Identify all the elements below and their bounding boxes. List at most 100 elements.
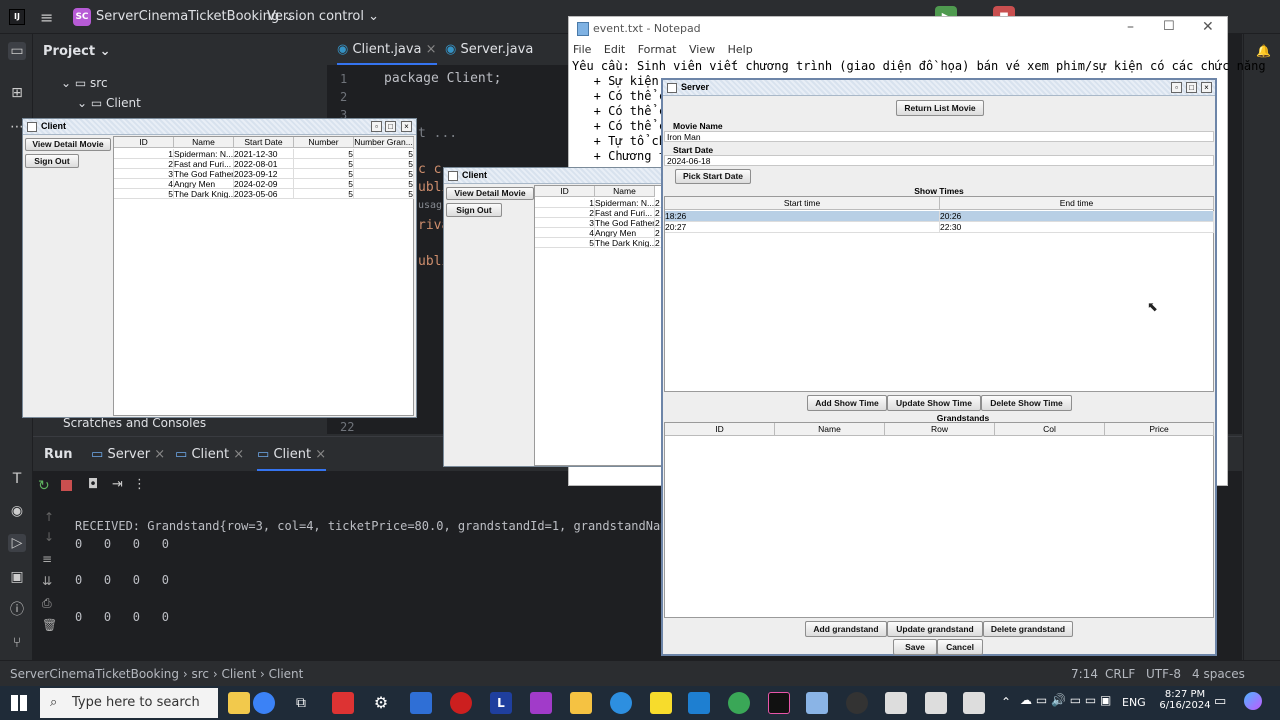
rerun-icon[interactable]: ↻ [38,478,50,494]
table-cell[interactable]: Fast and Furi... [174,159,234,169]
notifications-icon[interactable]: 🔔 [1256,44,1271,58]
scroll-up-icon[interactable]: ↑ [44,510,54,524]
problems-icon[interactable]: ⓘ [8,601,26,619]
column-header[interactable]: Row [885,423,995,436]
sticky-notes-icon[interactable] [650,692,672,714]
breadcrumb-item[interactable]: Client [221,667,256,681]
hamburger-menu-icon[interactable]: ≡ [40,8,53,27]
table-cell[interactable]: 5 [354,149,414,159]
table-cell[interactable]: 5 [354,189,414,199]
run-tab-client[interactable]: ▭ Client × [175,447,244,462]
tree-item-scratches[interactable]: Scratches and Consoles [63,416,206,430]
table-cell[interactable]: 5 [294,149,354,159]
table-cell[interactable]: 2023-05-06 [234,189,294,199]
structure-icon[interactable]: ⊞ [8,84,26,102]
add-show-time-button[interactable]: Add Show Time [807,395,887,411]
movie-name-field[interactable]: Iron Man [664,131,1214,142]
menu-format[interactable]: Format [638,43,677,56]
table-cell[interactable]: 20:27 [665,222,940,233]
close-icon[interactable]: × [233,447,244,462]
tree-item-client[interactable]: ⌄ ▭ Client [77,96,141,110]
cursor-position[interactable]: 7:14 [1071,667,1098,681]
java-app-icon[interactable] [885,692,907,714]
table-cell[interactable]: 5 [535,238,595,248]
close-button[interactable]: ✕ [1202,19,1214,35]
file-encoding[interactable]: UTF-8 [1146,667,1181,681]
maximize-icon[interactable]: □ [1186,82,1197,93]
table-cell[interactable]: 5 [114,189,174,199]
table-cell[interactable]: 5 [354,159,414,169]
table-cell[interactable]: 18:26 [665,211,940,222]
table-cell[interactable]: 5 [294,159,354,169]
showtimes-table[interactable]: Start time End time 18:26 20:26 20:27 22:30 [664,196,1214,392]
indent-setting[interactable]: 4 spaces [1192,667,1245,681]
project-badge[interactable]: SC [73,8,91,26]
breadcrumb-item[interactable]: src [191,667,209,681]
table-cell[interactable]: 2 [535,208,595,218]
tab-server-java[interactable]: ◉ Server.java [445,42,533,57]
file-explorer-icon[interactable] [570,692,592,714]
minimize-icon[interactable]: ▫ [371,121,382,132]
task-view-icon[interactable]: ⧉ [290,692,312,714]
table-cell[interactable]: 20:26 [940,211,1214,222]
view-detail-movie-button[interactable]: View Detail Movie [25,138,111,151]
column-header[interactable]: Start Date [234,137,294,148]
version-control-dropdown[interactable]: Version control ⌄ [267,9,379,24]
l-app-icon[interactable]: L [490,692,512,714]
movie-table[interactable]: ID Name Start Date Number Show... Number… [113,136,414,416]
trash-icon[interactable]: 🗑 [42,618,57,632]
movie-table[interactable]: ID Name 1 Spiderman: N... 2 2 Fast and Furi.… [534,185,663,466]
intellij-icon[interactable] [768,692,790,714]
java-app-icon[interactable] [963,692,985,714]
column-header[interactable]: Name [174,137,234,148]
maximize-icon[interactable]: □ [385,121,396,132]
chrome-icon[interactable] [728,692,750,714]
exit-icon[interactable]: ⇥ [112,477,123,492]
menu-view[interactable]: View [689,43,715,56]
table-cell[interactable]: 2021-12-30 [234,149,294,159]
intellij-logo-icon[interactable]: IJ [9,9,25,25]
menu-help[interactable]: Help [728,43,753,56]
print-icon[interactable]: ⎙ [42,596,52,611]
update-show-time-button[interactable]: Update Show Time [887,395,981,411]
notification-icon[interactable]: ▭ [1214,694,1226,709]
close-icon[interactable]: × [401,121,412,132]
table-cell[interactable]: 2023-09-12 [234,169,294,179]
tray-chevron-up-icon[interactable]: ⌃ [1001,695,1011,709]
minimize-button[interactable]: – [1127,19,1134,35]
sign-out-button[interactable]: Sign Out [446,203,502,217]
project-name-dropdown[interactable]: ServerCinemaTicketBooking ⌄ [96,9,294,24]
cancel-button[interactable]: Cancel [937,639,983,655]
table-cell[interactable]: 3 [535,218,595,228]
column-header[interactable]: Price [1105,423,1214,436]
breadcrumb-item[interactable]: ServerCinemaTicketBooking [10,667,179,681]
delete-grandstand-button[interactable]: Delete grandstand [983,621,1073,637]
git-icon[interactable]: ⑂ [8,634,26,652]
table-cell[interactable]: The God Father [595,218,655,228]
column-header[interactable]: ID [114,137,174,148]
terminal-icon[interactable]: ▣ [8,568,26,586]
table-cell[interactable]: Spiderman: N... [174,149,234,159]
windows-start-icon[interactable] [11,695,27,711]
settings-gear-icon[interactable]: ⚙ [370,692,392,714]
table-cell[interactable]: Angry Men [174,179,234,189]
vscode-icon[interactable] [688,692,710,714]
close-icon[interactable]: × [315,447,326,462]
table-cell[interactable]: 4 [535,228,595,238]
menu-file[interactable]: File [573,43,591,56]
tree-item-src[interactable]: ⌄ ▭ src [61,76,108,90]
table-cell[interactable]: 5 [354,179,414,189]
table-cell[interactable]: The Dark Knig... [595,238,655,248]
grandstands-table[interactable]: ID Name Row Col Price [664,422,1214,618]
table-cell[interactable]: 2022-08-01 [234,159,294,169]
close-icon[interactable]: × [426,42,437,57]
column-header[interactable]: End time [940,197,1214,210]
column-header[interactable]: Number Gran... [354,137,414,148]
table-cell[interactable]: 2 [114,159,174,169]
app-icon[interactable] [806,692,828,714]
run-tool-icon[interactable]: ▷ [8,534,26,552]
java-app-icon[interactable] [925,692,947,714]
sign-out-button[interactable]: Sign Out [25,154,79,168]
line-separator[interactable]: CRLF [1105,667,1135,681]
app-icon[interactable] [332,692,354,714]
